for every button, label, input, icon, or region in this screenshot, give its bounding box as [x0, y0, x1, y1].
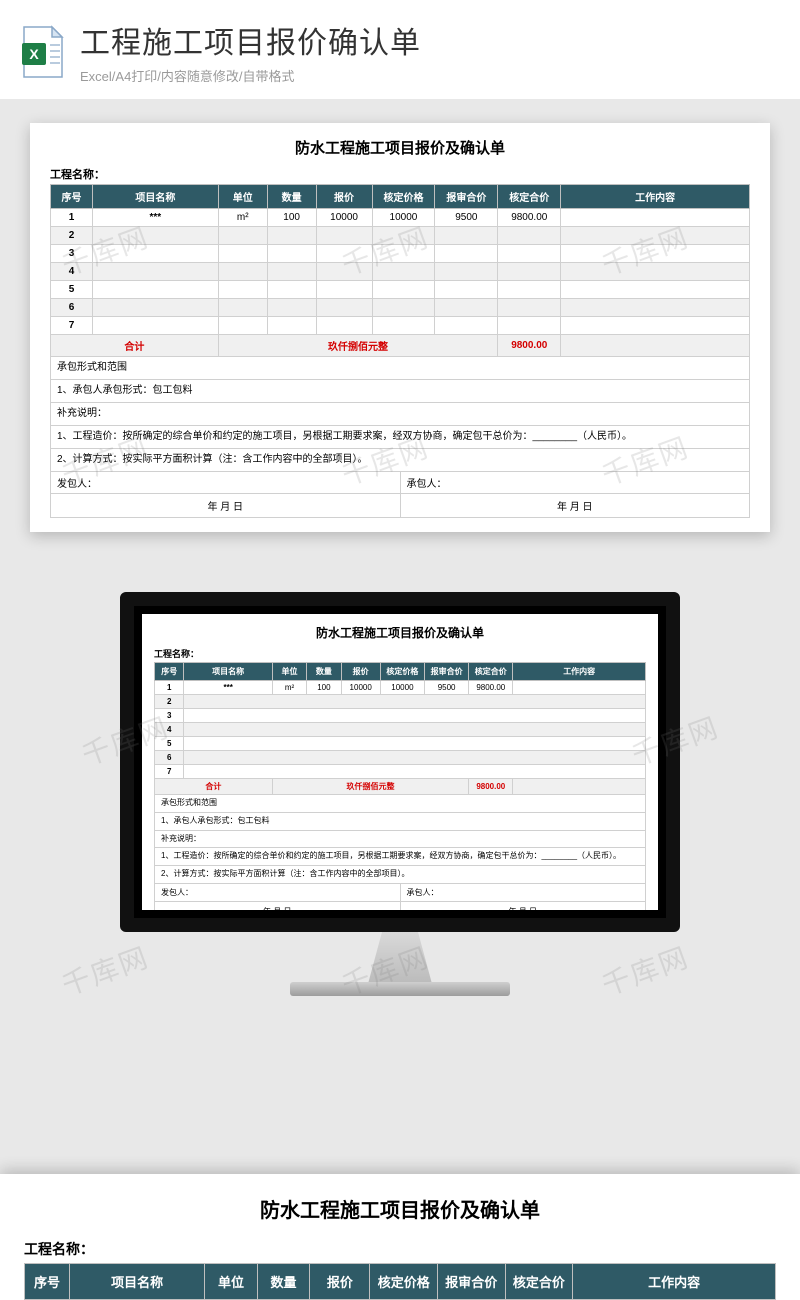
document-title: 防水工程施工项目报价及确认单 — [154, 624, 646, 641]
bottom-sheet-preview: 防水工程施工项目报价及确认单 工程名称： 序号 项目名称 单位 数量 报价 核定… — [0, 1174, 800, 1300]
monitor-mockup: 防水工程施工项目报价及确认单 工程名称： 序号 项目名称 单位 数量 报价 核定… — [120, 592, 680, 996]
col-no: 序号 — [51, 185, 93, 209]
col-approved: 核定价格 — [372, 185, 435, 209]
col-content: 工作内容 — [561, 185, 750, 209]
date-row: 年 月 日 年 月 日 — [50, 494, 750, 518]
table-body: 1 *** m² 100 10000 10000 9500 9800.00 2 … — [51, 209, 750, 357]
project-name-label: 工程名称： — [24, 1239, 776, 1259]
table-header-row: 序号 项目名称 单位 数量 报价 核定价格 报审合价 核定合价 工作内容 — [51, 185, 750, 209]
issuer-label: 发包人： — [51, 472, 400, 493]
quote-table: 序号 项目名称 单位 数量 报价 核定价格 报审合价 核定合价 工作内容 1 *… — [50, 184, 750, 357]
supplement-line: 1、工程造价：按所确定的综合单价和约定的施工项目，另根据工期要求案，经双方协商，… — [50, 426, 750, 449]
supplement-header: 补充说明： — [50, 403, 750, 426]
col-audit: 报审合价 — [435, 185, 498, 209]
contractor-date: 年 月 日 — [400, 494, 750, 517]
page-title: 工程施工项目报价确认单 — [80, 18, 421, 62]
supplement-line: 2、计算方式：按实际平方面积计算（注：含工作内容中的全部项目）。 — [50, 449, 750, 472]
project-name-label: 工程名称： — [154, 647, 646, 660]
issuer-date: 年 月 日 — [51, 494, 400, 517]
total-text: 玖仟捌佰元整 — [218, 335, 498, 357]
signature-row: 发包人： 承包人： — [50, 472, 750, 494]
table-row: 4 — [51, 263, 750, 281]
total-label: 合计 — [51, 335, 219, 357]
page-subtitle: Excel/A4打印/内容随意修改/自带格式 — [80, 66, 421, 85]
table-row: 5 — [51, 281, 750, 299]
scope-line: 1、承包人承包形式：包工包料 — [50, 380, 750, 403]
monitor-screen: 防水工程施工项目报价及确认单 工程名称： 序号 项目名称 单位 数量 报价 核定… — [120, 592, 680, 932]
page-header: X 工程施工项目报价确认单 Excel/A4打印/内容随意修改/自带格式 — [0, 0, 800, 99]
notes-block: 承包形式和范围 1、承包人承包形式：包工包料 补充说明： 1、工程造价：按所确定… — [50, 357, 750, 472]
document-title: 防水工程施工项目报价及确认单 — [50, 137, 750, 158]
table-row: 1 *** m² 100 10000 10000 9500 9800.00 — [51, 209, 750, 227]
monitor-stand — [355, 932, 445, 982]
col-quote: 报价 — [316, 185, 372, 209]
preview-card: 防水工程施工项目报价及确认单 工程名称： 序号 项目名称 单位 数量 报价 核定… — [30, 123, 770, 532]
table-row: 3 — [51, 245, 750, 263]
col-unit: 单位 — [218, 185, 267, 209]
excel-file-icon: X — [20, 25, 66, 79]
total-value: 9800.00 — [498, 335, 561, 357]
monitor-base — [290, 982, 510, 996]
col-apprtot: 核定合价 — [498, 185, 561, 209]
quote-table: 序号 项目名称 单位 数量 报价 核定价格 报审合价 核定合价 工作内容 1**… — [154, 662, 646, 795]
table-row: 7 — [51, 317, 750, 335]
table-row: 6 — [51, 299, 750, 317]
document-title: 防水工程施工项目报价及确认单 — [24, 1194, 776, 1223]
quote-table: 序号 项目名称 单位 数量 报价 核定价格 报审合价 核定合价 工作内容 — [24, 1263, 776, 1300]
col-qty: 数量 — [267, 185, 316, 209]
contractor-label: 承包人： — [400, 472, 750, 493]
project-name-label: 工程名称： — [50, 166, 750, 182]
svg-text:X: X — [29, 46, 39, 62]
col-name: 项目名称 — [92, 185, 218, 209]
total-row: 合计 玖仟捌佰元整 9800.00 — [51, 335, 750, 357]
table-row: 2 — [51, 227, 750, 245]
scope-header: 承包形式和范围 — [50, 357, 750, 380]
